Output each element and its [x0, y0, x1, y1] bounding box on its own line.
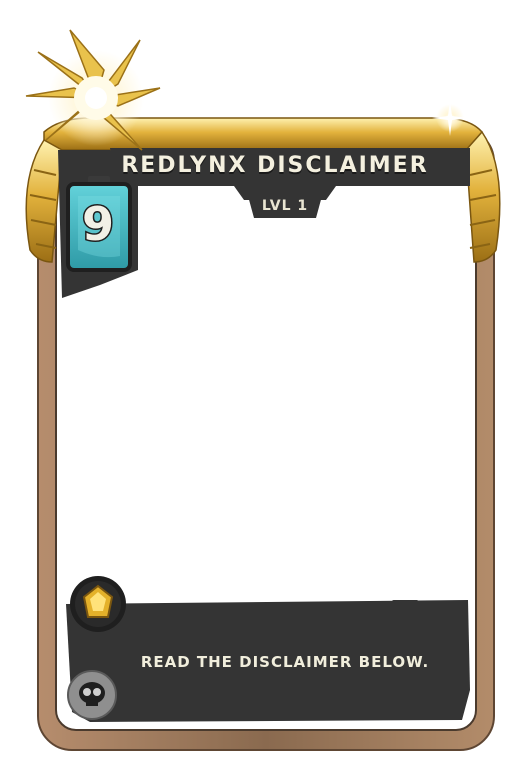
card[interactable]: REDLYNX DISCLAIMER LVL 1 9 READ THE DISC… — [0, 0, 526, 769]
ability-text: READ THE DISCLAIMER BELOW. — [140, 653, 430, 671]
mana-cost: 9 — [80, 196, 115, 253]
card-title: REDLYNX DISCLAIMER — [121, 153, 429, 178]
card-level: LVL 1 — [261, 198, 309, 214]
gem-icon — [70, 576, 126, 632]
skull-icon — [67, 670, 117, 720]
